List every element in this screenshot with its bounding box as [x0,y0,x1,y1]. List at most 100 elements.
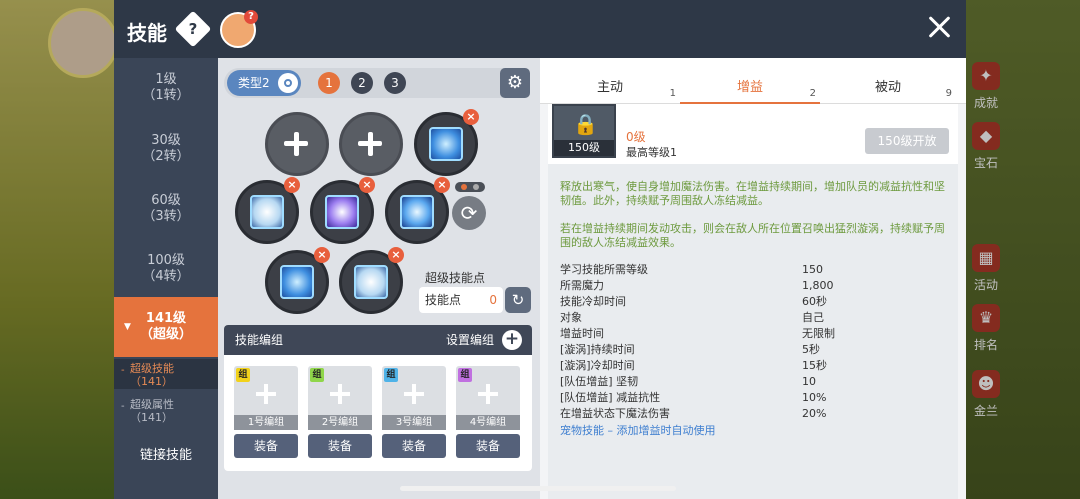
stat-row: 所需魔力 1,800 [560,278,948,294]
swap-icon[interactable]: ⟳ [452,196,486,230]
sidebar-item-sub: （3转） [142,209,190,224]
empty-skill-slot[interactable] [265,112,329,176]
sidebar-item-level: 100级 [147,253,185,268]
equip-button-1[interactable]: 装备 [234,434,298,458]
tab-buff[interactable]: 增益 2 [680,58,820,104]
preset-slot-3[interactable]: 组 3号编组 [382,366,446,430]
job-advancement-sidebar: 1级 （1转） 30级 （2转） 60级 （3转） 100级 （4转） ▼ 14… [114,58,218,499]
subitem-name: 超级属性 [130,398,174,411]
remove-icon[interactable]: × [314,247,330,263]
skill-stats: 学习技能所需等级 150 所需魔力 1,800 技能冷却时间 60秒 对象 自己 增益时… [560,262,948,422]
stat-key: 所需魔力 [560,279,604,292]
stat-row: [漩涡]冷却时间 15秒 [560,358,948,374]
skill-description: 释放出寒气，使自身增加魔法伤害。在增益持续期间，增加队员的减益抗性和坚韧值。此外… [560,180,948,264]
remove-icon[interactable]: × [388,247,404,263]
sidebar-item-level-100[interactable]: 100级 （4转） [114,253,218,293]
empty-skill-slot[interactable] [339,112,403,176]
preset-slot-1[interactable]: 组 1号编组 [234,366,298,430]
page-button-3[interactable]: 3 [384,72,406,94]
stat-value: 自己 [802,311,824,324]
stat-value: 10 [802,375,816,388]
help-icon[interactable]: ? [174,10,212,48]
home-indicator[interactable] [400,486,676,491]
sidebar-item-level-1[interactable]: 1级 （1转） [114,72,218,112]
type-toggle[interactable]: 类型2 [227,70,301,96]
preset-label: 2号编组 [308,415,372,430]
reset-points-icon[interactable]: ↻ [505,287,531,313]
description-paragraph: 释放出寒气，使自身增加魔法伤害。在增益持续期间，增加队员的减益抗性和坚韧值。此外… [560,180,945,207]
type-label: 类型2 [238,76,270,90]
preset-slot-4[interactable]: 组 4号编组 [456,366,520,430]
skill-slot[interactable]: × [265,247,330,314]
remove-icon[interactable]: × [434,177,450,193]
skill-slot[interactable]: × [414,109,479,176]
sidebar-subitem-super-skill[interactable]: - 超级技能 （141） [114,359,218,389]
preset-label: 4号编组 [456,415,520,430]
remove-icon[interactable]: × [359,177,375,193]
remove-icon[interactable]: × [284,177,300,193]
tab-label: 被动 [874,80,901,95]
tab-passive[interactable]: 被动 9 [820,58,956,104]
subitem-sub: （141） [130,411,173,424]
stat-row: 对象 自己 [560,310,948,326]
skill-detail-panel: 主动 1 增益 2 被动 9 🔒 150级 0级 最高等级1 150级开放 释放… [540,58,966,499]
stat-value: 20% [802,407,827,420]
add-icon[interactable]: + [502,330,522,350]
page-button-2[interactable]: 2 [351,72,373,94]
pet-skill-link[interactable]: 宠物技能 – 添加增益时自动使用 [560,422,716,438]
lock-icon: 🔒 [573,112,598,136]
stat-key: [队伍增益] 减益抗性 [560,391,661,404]
sidebar-item-level: 60级 [151,193,181,208]
tab-active[interactable]: 主动 1 [540,58,680,104]
skill-slot-panel: 类型2 1 2 3 ⚙ × × × × ⟳ × × 超级技能点 技能点 0 ↻ … [218,58,540,499]
stat-row: 学习技能所需等级 150 [560,262,948,278]
locked-skill-thumbnail: 🔒 150级 [552,104,616,158]
tab-count: 9 [945,88,952,99]
skill-slot[interactable]: × [235,177,300,244]
equip-button-4[interactable]: 装备 [456,434,520,458]
sidebar-item-sub: （4转） [142,269,190,284]
preset-tag: 组 [310,368,324,382]
equip-button-2[interactable]: 装备 [308,434,372,458]
subitem-sub: （141） [130,375,173,388]
stat-value: 1,800 [802,279,834,292]
sidebar-item-level-30[interactable]: 30级 （2转） [114,133,218,173]
stat-value: 15秒 [802,359,827,372]
vortex-skill-icon [400,195,434,229]
stat-key: [漩涡]持续时间 [560,343,635,356]
sidebar-item-level: 1级 [155,72,177,87]
skill-slot[interactable]: × [385,177,450,244]
unlock-button[interactable]: 150级开放 [865,128,949,154]
close-icon[interactable] [926,14,952,40]
slot-page-dots [455,182,485,192]
preset-label: 3号编组 [382,415,446,430]
sidebar-subitem-super-attribute[interactable]: - 超级属性 （141） [114,395,218,425]
preset-slot-2[interactable]: 组 2号编组 [308,366,372,430]
subitem-name: 超级技能 [130,362,174,375]
equip-button-3[interactable]: 装备 [382,434,446,458]
skill-slot[interactable]: × [339,247,404,314]
stat-value: 10% [802,391,827,404]
remove-icon[interactable]: × [463,109,479,125]
sidebar-item-level-141[interactable]: ▼ 141级 （超级） [114,297,218,357]
page-button-1[interactable]: 1 [318,72,340,94]
arcane-skill-icon [325,195,359,229]
skill-header: 🔒 150级 0级 最高等级1 150级开放 [548,104,958,164]
stat-value: 5秒 [802,343,820,356]
stat-key: 学习技能所需等级 [560,263,648,276]
stat-row: [队伍增益] 减益抗性 10% [560,390,948,406]
frost-skill-icon [429,127,463,161]
preset-tag: 组 [236,368,250,382]
stat-row: 在增益状态下魔法伤害 20% [560,406,948,422]
window-title: 技能 [127,21,167,45]
skill-slot[interactable]: × [310,177,375,244]
skill-window-header: 技能 ? ? [114,0,966,58]
expand-arrow-icon: ▼ [124,322,131,332]
gear-icon[interactable]: ⚙ [500,68,530,98]
presets-settings-link[interactable]: 设置编组 [446,325,494,355]
tab-count: 2 [809,88,816,99]
presets-header: 技能编组 设置编组 + [224,325,532,355]
guide-mascot-icon[interactable]: ? [220,10,258,48]
sidebar-item-link-skill[interactable]: 链接技能 [114,448,218,468]
sidebar-item-level-60[interactable]: 60级 （3转） [114,193,218,233]
